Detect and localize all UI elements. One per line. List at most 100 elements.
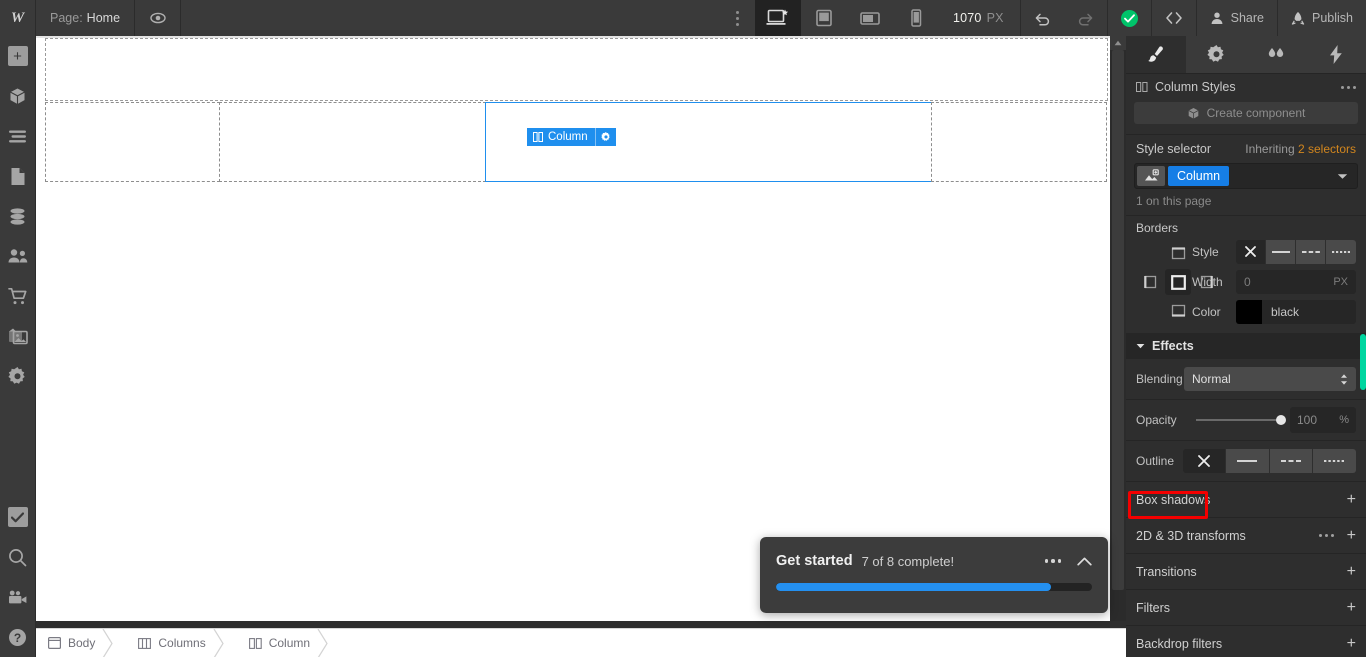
border-color-input[interactable]: black [1236,299,1356,324]
sidebar-item-users[interactable] [0,236,36,276]
canvas-scrollbar-thumb[interactable] [1112,50,1124,590]
canvas-column-1[interactable] [45,102,220,182]
tab-interactions[interactable] [1246,36,1306,73]
breadcrumb-item-column[interactable]: Column [237,628,341,657]
sidebar-item-components[interactable] [0,76,36,116]
accordion-backdrop-filters[interactable]: Backdrop filters + [1126,625,1366,657]
selection-badge-label: Column [548,131,588,143]
sidebar-item-assets[interactable] [0,316,36,356]
border-style-dotted[interactable] [1326,239,1356,264]
outline-solid[interactable] [1226,449,1270,473]
selection-settings-button[interactable] [596,128,616,146]
sidebar-item-pages[interactable] [0,156,36,196]
viewport-tablet-landscape[interactable] [847,0,893,36]
create-component-button[interactable]: Create component [1134,102,1358,124]
border-style-solid[interactable] [1266,239,1296,264]
border-right-icon[interactable] [1193,269,1219,295]
webflow-logo[interactable]: W [0,0,36,36]
accordion-box-shadows[interactable]: Box shadows + [1126,481,1366,517]
style-panel-more-button[interactable] [1341,85,1356,89]
sidebar-item-settings[interactable] [0,356,36,396]
up-arrow-icon[interactable] [1110,36,1126,50]
border-width-unit: PX [1333,275,1348,288]
add-backdrop-filter-button[interactable]: + [1347,635,1356,652]
add-box-shadow-button[interactable]: + [1347,491,1356,508]
border-all-icon[interactable] [1165,269,1191,295]
sidebar-item-help[interactable]: ? [0,617,36,657]
border-left-icon[interactable] [1137,269,1163,295]
layers-lines-icon [8,129,27,144]
add-transform-button[interactable]: + [1347,527,1356,544]
top-toolbar: W Page: Home 1070 PX Share Publish [0,0,1366,36]
sidebar-item-add-elements[interactable]: + [0,36,36,76]
element-tag-icon[interactable] [1137,166,1165,186]
viewport-desktop[interactable] [754,0,801,36]
canvas-column-2[interactable] [219,102,486,182]
selector-chip-column[interactable]: Column [1168,166,1230,186]
inheriting-info[interactable]: Inheriting 2 selectors [1245,142,1356,156]
outline-dashed[interactable] [1269,449,1313,473]
tab-effects[interactable] [1306,36,1366,73]
redo-button[interactable] [1064,0,1107,36]
get-started-more-button[interactable] [1044,559,1061,563]
opacity-slider-knob[interactable] [1276,415,1286,425]
style-selector-input[interactable]: Column [1134,163,1358,189]
canvas-hero-section[interactable] [45,38,1108,101]
canvas-selection-badge[interactable]: Column [527,128,616,146]
blending-select[interactable]: Normal [1184,367,1356,391]
sidebar-item-cms[interactable] [0,196,36,236]
add-transition-button[interactable]: + [1347,563,1356,580]
get-started-widget[interactable]: Get started 7 of 8 complete! [760,537,1108,613]
rocket-icon [1291,11,1305,26]
page-indicator[interactable]: Page: Home [36,0,136,36]
viewport-tablet[interactable] [801,0,847,36]
get-started-collapse-button[interactable] [1077,557,1092,566]
lightning-bolt-icon [1329,45,1343,64]
add-filter-button[interactable]: + [1347,599,1356,616]
canvas-column-4[interactable] [931,102,1107,182]
save-status-button[interactable] [1106,0,1151,36]
outline-dotted[interactable] [1312,449,1356,473]
transforms-more-button[interactable] [1318,534,1334,537]
three-column-icon [138,637,152,649]
accordion-transforms[interactable]: 2D & 3D transforms + [1126,517,1366,553]
sidebar-item-search[interactable] [0,537,36,577]
breadcrumb-item-columns[interactable]: Columns [126,628,236,657]
opacity-input[interactable]: 100 % [1290,407,1356,433]
canvas-options-button[interactable] [721,0,755,36]
viewport-mobile[interactable] [893,0,939,36]
preview-toggle[interactable] [135,0,182,36]
breadcrumb-item-body[interactable]: Body [36,628,126,657]
outline-none[interactable] [1183,449,1227,473]
border-width-input[interactable]: 0 PX [1236,269,1356,294]
opacity-slider[interactable] [1196,415,1286,425]
border-color-value: black [1271,304,1300,319]
code-view-button[interactable] [1150,0,1196,36]
accordion-transitions[interactable]: Transitions + [1126,553,1366,589]
canvas-scrollbar[interactable] [1110,36,1126,621]
border-style-none[interactable] [1236,239,1266,264]
share-button[interactable]: Share [1195,0,1277,36]
gear-icon [8,366,27,386]
sidebar-item-ecommerce[interactable] [0,276,36,316]
color-swatch[interactable] [1236,299,1262,324]
sidebar-item-navigator[interactable] [0,116,36,156]
accordion-filters[interactable]: Filters + [1126,589,1366,625]
effects-section-header[interactable]: Effects [1126,333,1366,359]
undo-button[interactable] [1021,0,1064,36]
publish-button[interactable]: Publish [1277,0,1366,36]
border-top-icon[interactable] [1165,240,1191,266]
viewport-switcher [754,0,939,36]
shopping-cart-icon [7,287,28,306]
style-panel-scrollbar-thumb[interactable] [1360,334,1366,390]
border-style-dashed[interactable] [1296,239,1326,264]
tab-style[interactable] [1126,36,1186,73]
chevron-down-icon[interactable] [1337,173,1355,180]
border-bottom-icon[interactable] [1165,298,1191,324]
outline-label: Outline [1136,454,1175,468]
sidebar-item-audit[interactable] [0,497,36,537]
tab-settings[interactable] [1186,36,1246,73]
design-canvas[interactable]: Column [36,36,1126,621]
sidebar-item-video[interactable] [0,577,36,617]
viewport-width-display[interactable]: 1070 PX [939,0,1020,36]
